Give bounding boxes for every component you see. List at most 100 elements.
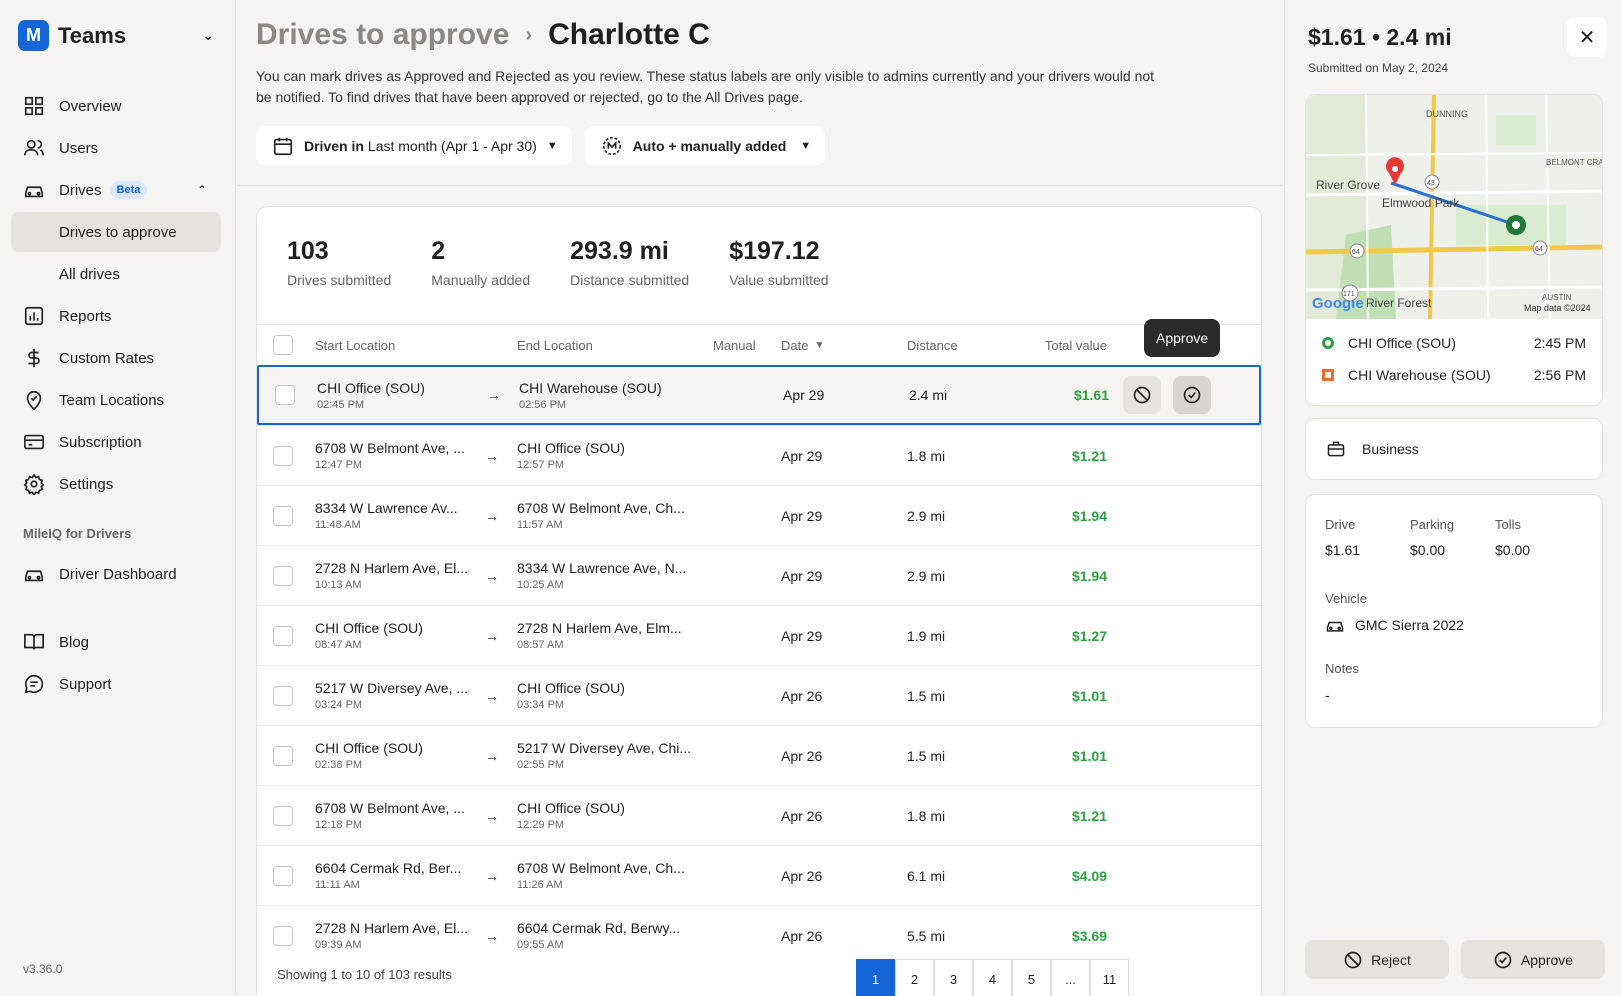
breadcrumb-parent[interactable]: Drives to approve [256, 18, 509, 52]
start-location-cell: 8334 W Lawrence Av... 11:48 AM [315, 486, 475, 545]
row-checkbox[interactable] [273, 805, 293, 826]
table-row[interactable]: 2728 N Harlem Ave, El... 09:39 AM → 6604 Ce… [257, 905, 1261, 965]
sidebar-item-custom-rates[interactable]: Custom Rates [11, 338, 221, 378]
map-label-belmont-cragin: BELMONT CRAGIN [1546, 158, 1602, 167]
value-cell: $1.21 [1071, 807, 1107, 824]
date-cell: Apr 26 [781, 927, 823, 944]
end-location: 6604 Cermak Rd, Berwy... [517, 920, 681, 936]
car-icon [23, 179, 45, 201]
distance-cell: 6.1 mi [907, 867, 946, 884]
start-location-cell: 2728 N Harlem Ave, El... 09:39 AM [315, 906, 475, 965]
table-header: Start Location End Location Manual Date ▼… [257, 325, 1261, 365]
date-cell: Apr 29 [783, 387, 825, 403]
location-pin-icon [23, 389, 45, 411]
header-manual[interactable]: Manual [713, 325, 756, 365]
arrow-right-icon: → [485, 627, 499, 644]
row-checkbox[interactable] [273, 445, 293, 466]
page-button[interactable]: 5 [1012, 959, 1051, 996]
table-row[interactable]: CHI Office (SOU) 02:45 PM → CHI Warehouse (… [257, 365, 1261, 425]
sidebar-item-support[interactable]: Support [11, 664, 221, 704]
sidebar-item-drives-to-approve[interactable]: Drives to approve [11, 212, 221, 252]
table-row[interactable]: CHI Office (SOU) 08:47 AM → 2728 N Harlem A… [257, 605, 1261, 665]
table-row[interactable]: 5217 W Diversey Ave, ... 03:24 PM → CHI Off… [257, 665, 1261, 725]
sidebar-item-users[interactable]: Users [11, 128, 221, 168]
end-location: CHI Office (SOU) [517, 800, 625, 816]
sidebar-item-overview[interactable]: Overview [11, 86, 221, 126]
end-location-cell: 6708 W Belmont Ave, Ch... 11:26 AM [517, 846, 697, 905]
header-start-location[interactable]: Start Location [315, 325, 475, 365]
source-filter[interactable]: Auto + manually added ▼ [584, 126, 826, 165]
sidebar-item-subscription[interactable]: Subscription [11, 422, 221, 462]
table-row[interactable]: 6604 Cermak Rd, Ber... 11:11 AM → 6708 W Be… [257, 845, 1261, 905]
approve-row-button[interactable] [1173, 376, 1211, 414]
value-cell: $1.61 [1073, 387, 1109, 403]
cost-parking: Parking $0.00 [1410, 517, 1454, 558]
row-checkbox[interactable] [273, 865, 293, 886]
reject-row-button[interactable] [1123, 376, 1161, 414]
page-button[interactable]: 3 [934, 959, 973, 996]
drive-detail-panel: $1.61 • 2.4 mi Submitted on May 2, 2024 … [1284, 0, 1621, 996]
chevron-right-icon: › [525, 23, 533, 46]
row-checkbox[interactable] [273, 625, 293, 646]
row-checkbox[interactable] [273, 745, 293, 766]
page-button[interactable]: ... [1051, 959, 1090, 996]
page-button[interactable]: 2 [895, 959, 934, 996]
stat-value: $197.12 [729, 237, 820, 265]
end-location: 5217 W Diversey Ave, Chi... [517, 740, 692, 756]
purpose-card[interactable]: Business [1305, 418, 1603, 480]
filter-value: Auto + manually added [632, 137, 787, 154]
sidebar-item-team-locations[interactable]: Team Locations [11, 380, 221, 420]
close-button[interactable]: ✕ [1567, 17, 1607, 57]
route-map[interactable]: DUNNING River Grove Elmwood Park BELMONT… [1306, 95, 1602, 319]
cost-value: $0.00 [1410, 542, 1446, 558]
page-button[interactable]: 1 [856, 959, 895, 996]
map-label-river-grove: River Grove [1316, 178, 1380, 192]
arrow-right-icon: → [485, 567, 499, 584]
date-range-filter[interactable]: Driven in Last month (Apr 1 - Apr 30) ▼ [256, 126, 572, 165]
table-row[interactable]: 6708 W Belmont Ave, ... 12:18 PM → CHI Offi… [257, 785, 1261, 845]
sidebar-item-drives[interactable]: Drives Beta ⌃ [11, 170, 221, 210]
row-checkbox[interactable] [273, 505, 293, 526]
table-row[interactable]: 8334 W Lawrence Av... 11:48 AM → 6708 W Bel… [257, 485, 1261, 545]
reject-button[interactable]: Reject [1305, 940, 1449, 979]
sidebar-item-driver-dashboard[interactable]: Driver Dashboard [11, 554, 221, 594]
vehicle-value: GMC Sierra 2022 [1325, 615, 1464, 635]
chevron-up-icon[interactable]: ⌃ [197, 183, 207, 197]
page-button[interactable]: 11 [1090, 959, 1129, 996]
date-cell: Apr 29 [781, 627, 823, 644]
header-total-value[interactable]: Total value [1017, 325, 1107, 365]
map-attribution: Map data ©2024 [1524, 303, 1591, 313]
table-row[interactable]: 6708 W Belmont Ave, ... 12:47 PM → CHI Offi… [257, 425, 1261, 485]
start-time: 09:39 AM [315, 939, 362, 951]
table-row[interactable]: 2728 N Harlem Ave, El... 10:13 AM → 8334 W … [257, 545, 1261, 605]
start-location-cell: 5217 W Diversey Ave, ... 03:24 PM [315, 666, 475, 725]
approve-button[interactable]: Approve [1461, 940, 1605, 979]
sidebar-item-settings[interactable]: Settings [11, 464, 221, 504]
sidebar-item-label: Team Locations [59, 391, 165, 409]
header-date[interactable]: Date ▼ [781, 325, 824, 365]
row-checkbox[interactable] [273, 565, 293, 586]
chevron-down-icon: ▼ [800, 139, 812, 152]
row-checkbox[interactable] [273, 685, 293, 706]
sidebar-item-blog[interactable]: Blog [11, 622, 221, 662]
sidebar-item-reports[interactable]: Reports [11, 296, 221, 336]
select-all-checkbox[interactable] [273, 335, 293, 355]
end-location-cell: 5217 W Diversey Ave, Chi... 02:55 PM [517, 726, 697, 785]
header-end-location[interactable]: End Location [517, 325, 697, 365]
header-distance[interactable]: Distance [907, 325, 958, 365]
start-location-cell: 6604 Cermak Rd, Ber... 11:11 AM [315, 846, 475, 905]
start-dot-icon [1322, 337, 1334, 349]
header-label: Date [781, 337, 809, 353]
end-location-cell: 6708 W Belmont Ave, Ch... 11:57 AM [517, 486, 697, 545]
sidebar-item-label: Settings [59, 475, 114, 493]
team-switcher[interactable]: M Teams ⌄ [18, 20, 214, 51]
page-button[interactable]: 4 [973, 959, 1012, 996]
sidebar-item-all-drives[interactable]: All drives [11, 254, 221, 294]
stats-summary: 103 Drives submitted 2 Manually added 293.… [257, 207, 1261, 325]
start-time: 12:47 PM [315, 459, 363, 471]
filter-bar: Driven in Last month (Apr 1 - Apr 30) ▼ … [256, 126, 826, 165]
row-checkbox[interactable] [275, 385, 295, 405]
car-icon [23, 563, 45, 585]
row-checkbox[interactable] [273, 925, 293, 946]
table-row[interactable]: CHI Office (SOU) 02:38 PM → 5217 W Diversey… [257, 725, 1261, 785]
